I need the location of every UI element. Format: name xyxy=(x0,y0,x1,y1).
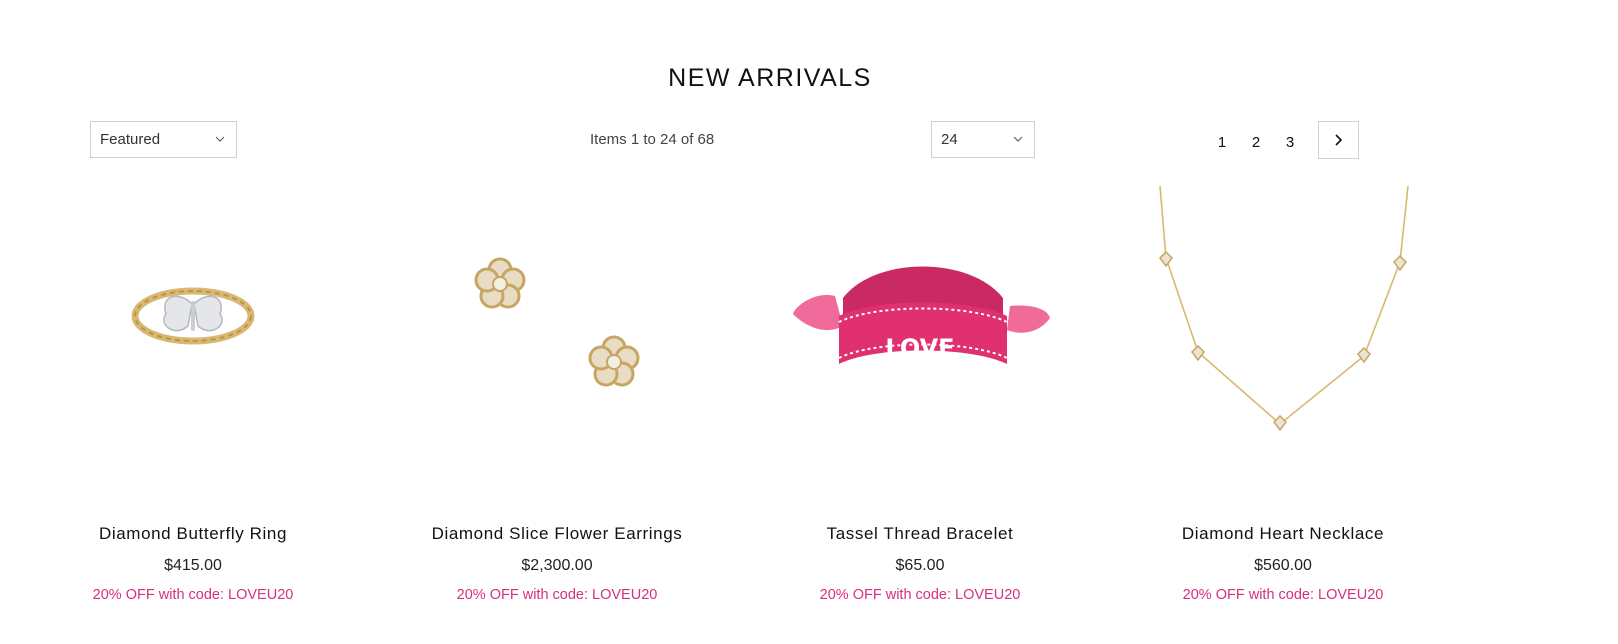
page-link-3[interactable]: 3 xyxy=(1273,130,1307,151)
flower-earrings-image xyxy=(474,257,640,387)
items-count: Items 1 to 24 of 68 xyxy=(590,131,715,148)
product-price: $415.00 xyxy=(164,557,222,574)
product-price: $560.00 xyxy=(1254,557,1312,574)
product-promo: 20% OFF with code: LOVEU20 xyxy=(456,587,658,603)
product-grid: Diamond Butterfly Ring $415.00 20% OFF w… xyxy=(0,186,1618,644)
sort-select-value: Featured xyxy=(100,131,161,148)
pagination: 1 2 3 xyxy=(1205,121,1359,159)
product-price: $2,300.00 xyxy=(521,557,593,574)
product-card: Diamond Butterfly Ring $415.00 20% OFF w… xyxy=(28,186,358,626)
product-promo: 20% OFF with code: LOVEU20 xyxy=(819,587,1021,603)
chevron-down-icon xyxy=(1013,136,1023,142)
limiter-select[interactable]: 24 xyxy=(931,121,1035,158)
product-promo: 20% OFF with code: LOVEU20 xyxy=(1182,587,1384,603)
product-image-link[interactable] xyxy=(392,186,722,496)
product-card: Diamond Heart Necklace $560.00 20% OFF w… xyxy=(1118,186,1448,626)
product-name[interactable]: Diamond Slice Flower Earrings xyxy=(392,524,722,544)
product-image-link[interactable]: LOVE xyxy=(755,186,1085,496)
product-image-link[interactable] xyxy=(28,186,358,496)
heart-necklace-image xyxy=(1159,186,1409,432)
product-card: LOVE Tassel Thread Bracelet $65.00 20% O… xyxy=(755,186,1085,626)
sort-select[interactable]: Featured xyxy=(90,121,237,158)
product-name[interactable]: Tassel Thread Bracelet xyxy=(755,524,1085,544)
product-name[interactable]: Diamond Butterfly Ring xyxy=(28,524,358,544)
product-price: $65.00 xyxy=(895,557,945,574)
tassel-bracelet-image: LOVE xyxy=(793,266,1050,364)
limiter-select-value: 24 xyxy=(941,131,958,148)
chevron-right-icon xyxy=(1334,134,1342,146)
page-link-2[interactable]: 2 xyxy=(1239,130,1273,151)
page-title: NEW ARRIVALS xyxy=(668,64,872,92)
next-page-button[interactable] xyxy=(1318,121,1359,159)
toolbar: Featured Items 1 to 24 of 68 24 1 2 3 xyxy=(0,121,1618,159)
butterfly-ring-image xyxy=(131,287,255,345)
bracelet-love-text: LOVE xyxy=(885,334,954,362)
product-name[interactable]: Diamond Heart Necklace xyxy=(1118,524,1448,544)
page-link-1[interactable]: 1 xyxy=(1205,130,1239,151)
product-promo: 20% OFF with code: LOVEU20 xyxy=(92,587,294,603)
product-card: Diamond Slice Flower Earrings $2,300.00 … xyxy=(392,186,722,626)
chevron-down-icon xyxy=(215,136,225,142)
product-image-link[interactable] xyxy=(1118,186,1448,496)
